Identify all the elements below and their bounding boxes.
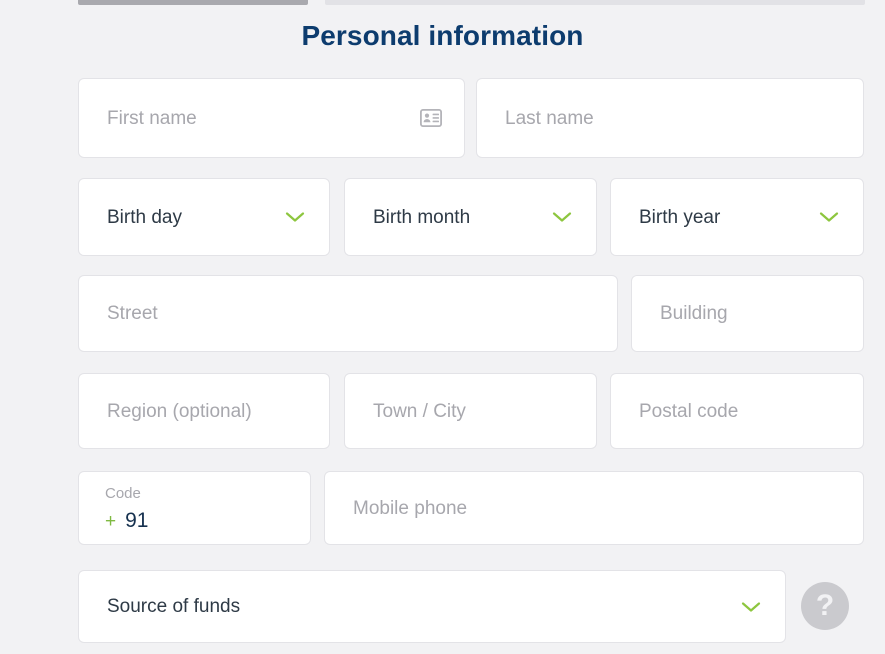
- progress-step-bars: [0, 0, 885, 8]
- source-of-funds-value: Source of funds: [107, 596, 241, 617]
- postal-code-placeholder: Postal code: [639, 400, 739, 422]
- first-name-placeholder: First name: [107, 107, 197, 129]
- postal-code-field[interactable]: Postal code: [610, 373, 864, 449]
- phone-code-plus: +: [105, 510, 117, 532]
- mobile-phone-field[interactable]: Mobile phone: [324, 471, 864, 545]
- phone-code-value: 91: [125, 508, 149, 532]
- town-city-field[interactable]: Town / City: [344, 373, 597, 449]
- birth-day-value: Birth day: [107, 206, 182, 228]
- phone-code-value-row: + 91: [105, 510, 148, 531]
- question-mark-icon: ?: [815, 589, 835, 622]
- chevron-down-icon: [741, 601, 761, 613]
- first-name-field[interactable]: First name: [78, 78, 465, 158]
- building-placeholder: Building: [660, 303, 728, 324]
- phone-code-label: Code: [105, 484, 141, 502]
- help-button[interactable]: ?: [801, 582, 849, 630]
- birth-month-select[interactable]: Birth month: [344, 178, 597, 256]
- street-field[interactable]: Street: [78, 275, 618, 352]
- progress-step-inactive[interactable]: [325, 0, 865, 5]
- chevron-down-icon: [285, 211, 305, 223]
- phone-code-field[interactable]: Code + 91: [78, 471, 311, 545]
- region-placeholder: Region (optional): [107, 400, 252, 422]
- chevron-down-icon: [819, 211, 839, 223]
- chevron-down-icon: [552, 211, 572, 223]
- id-card-icon: [420, 109, 442, 127]
- source-of-funds-select[interactable]: Source of funds: [78, 570, 786, 643]
- birth-month-value: Birth month: [373, 206, 471, 228]
- birth-year-value: Birth year: [639, 206, 721, 228]
- progress-step-active[interactable]: [78, 0, 308, 5]
- last-name-placeholder: Last name: [505, 107, 594, 129]
- birth-year-select[interactable]: Birth year: [610, 178, 864, 256]
- building-field[interactable]: Building: [631, 275, 864, 352]
- last-name-field[interactable]: Last name: [476, 78, 864, 158]
- page-title: Personal information: [301, 20, 584, 51]
- street-placeholder: Street: [107, 303, 158, 324]
- mobile-phone-placeholder: Mobile phone: [353, 497, 468, 519]
- birth-day-select[interactable]: Birth day: [78, 178, 330, 256]
- town-city-placeholder: Town / City: [373, 400, 466, 422]
- region-field[interactable]: Region (optional): [78, 373, 330, 449]
